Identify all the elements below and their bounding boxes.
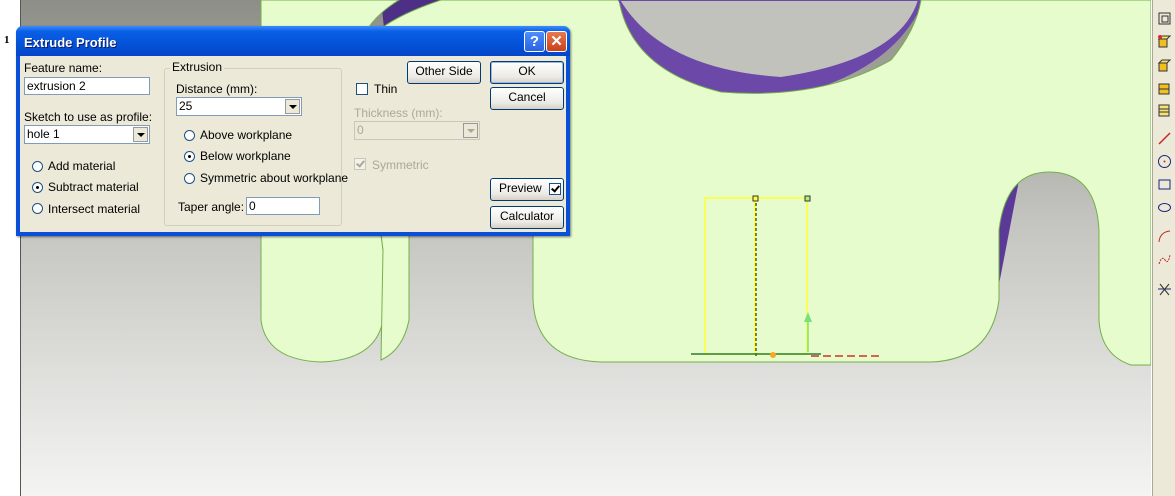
symmetric-checkbox <box>354 158 366 170</box>
chevron-down-icon[interactable] <box>133 127 148 142</box>
intersect-material-label[interactable]: Intersect material <box>48 202 140 216</box>
row-marker: 1 <box>4 34 10 46</box>
sketch-profile-label: Sketch to use as profile: <box>24 110 153 124</box>
feature-name-input[interactable]: extrusion 2 <box>24 77 150 95</box>
help-button[interactable]: ? <box>524 31 545 52</box>
symmetric-workplane-label[interactable]: Symmetric about workplane <box>200 171 348 185</box>
symmetric-label: Symmetric <box>372 158 429 172</box>
cancel-button[interactable]: Cancel <box>490 87 564 110</box>
axis-origin <box>770 352 776 358</box>
sweep-icon[interactable] <box>1156 80 1173 97</box>
thickness-label: Thickness (mm): <box>354 106 443 120</box>
sketch-plane-icon[interactable] <box>1156 10 1173 27</box>
thin-label[interactable]: Thin <box>374 82 397 96</box>
close-button[interactable]: ✕ <box>546 31 567 52</box>
thickness-combo: 0 <box>354 121 480 140</box>
feature-name-label: Feature name: <box>24 61 103 75</box>
below-workplane-radio[interactable] <box>184 151 195 162</box>
taper-angle-label: Taper angle: <box>178 200 245 214</box>
spline-tool-icon[interactable] <box>1156 251 1173 268</box>
dialog-titlebar[interactable]: Extrude Profile ? ✕ <box>16 26 570 56</box>
add-material-label[interactable]: Add material <box>48 159 115 173</box>
extrusion-group-label: Extrusion <box>170 60 225 74</box>
rectangle-tool-icon[interactable] <box>1156 176 1173 193</box>
circle-tool-icon[interactable] <box>1156 153 1173 170</box>
right-toolbar <box>1152 0 1175 496</box>
dialog-title: Extrude Profile <box>24 35 117 50</box>
arc-tool-icon[interactable] <box>1156 228 1173 245</box>
ok-button[interactable]: OK <box>490 61 564 84</box>
sketch-handle <box>752 195 759 202</box>
distance-value: 25 <box>179 99 193 113</box>
distance-combo[interactable]: 25 <box>176 97 302 116</box>
calculator-button[interactable]: Calculator <box>490 206 564 229</box>
preview-checkbox[interactable] <box>549 183 561 195</box>
preview-button[interactable]: Preview <box>490 178 564 201</box>
sketch-handle <box>804 195 811 202</box>
add-material-radio[interactable] <box>32 161 43 172</box>
extrude-profile-dialog: Extrude Profile ? ✕ Feature name: extrus… <box>16 26 570 236</box>
chevron-down-icon[interactable] <box>285 99 300 114</box>
question-icon: ? <box>529 33 540 50</box>
loft-icon[interactable] <box>1156 102 1173 119</box>
subtract-material-radio[interactable] <box>32 182 43 193</box>
subtract-material-label[interactable]: Subtract material <box>48 180 139 194</box>
dialog-body: Feature name: extrusion 2 Sketch to use … <box>20 56 566 232</box>
intersect-material-radio[interactable] <box>32 203 43 214</box>
ellipse-tool-icon[interactable] <box>1156 199 1173 216</box>
preview-label: Preview <box>499 181 542 195</box>
symmetric-workplane-radio[interactable] <box>184 173 195 184</box>
below-workplane-label[interactable]: Below workplane <box>200 149 291 163</box>
thin-checkbox[interactable] <box>356 83 368 95</box>
taper-angle-input[interactable]: 0 <box>246 197 320 215</box>
trim-tool-icon[interactable] <box>1156 281 1173 298</box>
chevron-down-icon <box>463 123 478 138</box>
distance-label: Distance (mm): <box>176 82 258 96</box>
above-workplane-label[interactable]: Above workplane <box>200 128 292 142</box>
extrude-icon[interactable] <box>1156 33 1173 50</box>
above-workplane-radio[interactable] <box>184 130 195 141</box>
line-tool-icon[interactable] <box>1156 130 1173 147</box>
sketch-profile-select[interactable]: hole 1 <box>24 125 150 144</box>
revolve-icon[interactable] <box>1156 57 1173 74</box>
thickness-value: 0 <box>357 123 364 137</box>
sketch-profile-value: hole 1 <box>27 127 60 141</box>
close-icon: ✕ <box>550 33 563 50</box>
other-side-button[interactable]: Other Side <box>407 61 481 84</box>
